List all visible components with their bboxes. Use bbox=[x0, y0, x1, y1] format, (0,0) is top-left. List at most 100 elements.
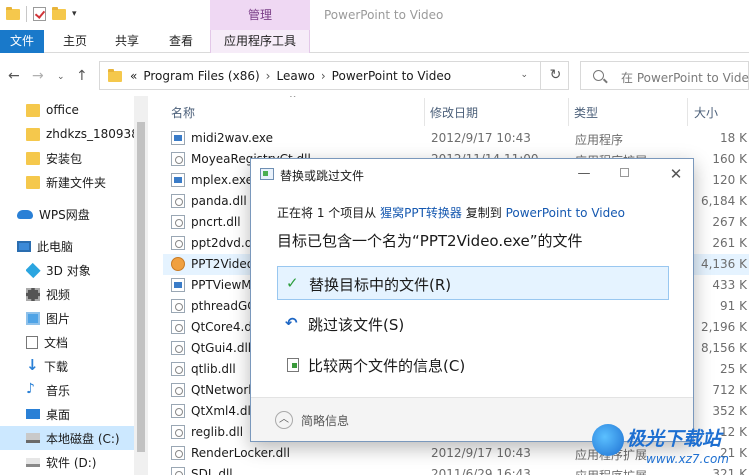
drive-icon bbox=[26, 457, 40, 467]
copy-dialog-icon bbox=[260, 168, 274, 180]
navigation-pane: office zhdkzs_180938 安装包 新建文件夹 WPS网盘 此电脑… bbox=[0, 96, 148, 475]
column-divider[interactable] bbox=[687, 98, 688, 126]
exe-file-icon bbox=[171, 278, 185, 292]
file-size: 2,196 K bbox=[700, 320, 747, 334]
breadcrumb-item[interactable]: PowerPoint to Video bbox=[332, 69, 451, 83]
breadcrumb-item[interactable]: Leawo bbox=[276, 69, 314, 83]
dll-file-icon bbox=[171, 425, 185, 439]
dll-file-icon bbox=[171, 152, 185, 166]
recent-locations-chevron-icon[interactable]: ⌄ bbox=[57, 72, 65, 82]
file-size: 261 K bbox=[712, 236, 747, 250]
breadcrumb-item[interactable]: Program Files (x86) bbox=[143, 69, 259, 83]
manage-context-tab[interactable]: 管理 bbox=[210, 0, 310, 30]
column-header-size[interactable]: 大小 bbox=[694, 104, 718, 121]
column-divider[interactable] bbox=[424, 98, 425, 126]
dialog-title: 替换或跳过文件 bbox=[280, 169, 365, 183]
sidebar-scrollbar[interactable] bbox=[134, 96, 148, 475]
dll-file-icon bbox=[171, 236, 185, 250]
folder-icon[interactable] bbox=[6, 6, 20, 20]
properties-icon[interactable] bbox=[33, 7, 46, 21]
destination-folder-link[interactable]: PowerPoint to Video bbox=[506, 206, 625, 220]
sidebar-item-label: 下载 bbox=[44, 359, 69, 374]
fewer-details-link[interactable]: 简略信息 bbox=[301, 412, 349, 429]
sidebar-item-label: 本地磁盘 (C:) bbox=[46, 431, 120, 446]
scrollbar-thumb[interactable] bbox=[137, 122, 145, 452]
forward-arrow-icon[interactable]: → bbox=[32, 68, 44, 84]
sidebar-item-zhdkzs[interactable]: zhdkzs_180938 bbox=[26, 122, 134, 146]
sort-ascending-icon: ^ bbox=[289, 96, 297, 104]
video-icon bbox=[26, 287, 40, 301]
sidebar-item-wps-cloud[interactable]: WPS网盘 bbox=[17, 202, 150, 226]
close-icon[interactable]: ✕ bbox=[661, 164, 691, 184]
maximize-button[interactable] bbox=[609, 164, 639, 184]
file-name: reglib.dll bbox=[191, 425, 244, 439]
toolbar-divider bbox=[26, 6, 27, 22]
new-folder-icon[interactable] bbox=[52, 6, 66, 20]
file-name: qtlib.dll bbox=[191, 362, 236, 376]
search-input[interactable]: 在 PowerPoint to Video bbox=[580, 61, 749, 90]
address-dropdown-icon[interactable]: ⌄ bbox=[520, 70, 528, 80]
tab-share[interactable]: 共享 bbox=[106, 30, 148, 53]
tab-application-tools[interactable]: 应用程序工具 bbox=[210, 30, 310, 53]
sidebar-item-label: 文档 bbox=[44, 335, 69, 350]
dialog-title-bar: 替换或跳过文件 — ✕ bbox=[251, 159, 693, 189]
column-header-type[interactable]: 类型 bbox=[574, 104, 598, 121]
skip-file-option[interactable]: ↶ 跳过该文件(S) bbox=[277, 307, 669, 341]
back-arrow-icon[interactable]: ← bbox=[8, 68, 20, 84]
search-placeholder: 在 PowerPoint to Video bbox=[621, 71, 749, 85]
file-size: 267 K bbox=[712, 215, 747, 229]
chevron-up-icon[interactable]: ︿ bbox=[275, 411, 293, 429]
breadcrumb-overflow[interactable]: « bbox=[130, 69, 137, 83]
up-arrow-icon[interactable]: ↑ bbox=[76, 68, 88, 84]
dll-file-icon bbox=[171, 404, 185, 418]
column-header-date[interactable]: 修改日期 bbox=[430, 104, 478, 121]
compare-files-option[interactable]: 比较两个文件的信息(C) bbox=[277, 348, 669, 382]
file-name: PPT2Video bbox=[191, 257, 255, 271]
file-row[interactable]: midi2wav.exe 2012/9/17 10:43 应用程序 18 K bbox=[163, 128, 749, 149]
file-size: 91 K bbox=[720, 299, 747, 313]
file-name: SDL.dll bbox=[191, 467, 233, 475]
tab-home[interactable]: 主页 bbox=[54, 30, 96, 53]
download-icon bbox=[26, 356, 39, 374]
file-name: QtXml4.dll bbox=[191, 404, 255, 418]
file-size: 712 K bbox=[712, 383, 747, 397]
refresh-icon[interactable]: ↻ bbox=[540, 62, 570, 89]
sidebar-item-label: 此电脑 bbox=[37, 239, 74, 254]
dll-file-icon bbox=[171, 383, 185, 397]
option-label: 替换目标中的文件(R) bbox=[309, 276, 452, 294]
desktop-icon bbox=[26, 409, 40, 419]
folder-icon bbox=[108, 69, 122, 82]
ppt2video-app-icon bbox=[171, 257, 185, 271]
breadcrumb: « Program Files (x86) › Leawo › PowerPoi… bbox=[130, 69, 451, 83]
sidebar-item-local-disk-c[interactable]: 本地磁盘 (C:) bbox=[0, 426, 134, 450]
title-bar: ▾ 管理 PowerPoint to Video bbox=[0, 0, 749, 30]
sidebar-item-label: 软件 (D:) bbox=[46, 455, 97, 470]
sidebar-item-this-pc[interactable]: 此电脑 bbox=[17, 234, 150, 258]
column-divider[interactable] bbox=[568, 98, 569, 126]
conflict-heading: 目标已包含一个名为“PPT2Video.exe”的文件 bbox=[277, 232, 583, 250]
customize-toolbar-dropdown-icon[interactable]: ▾ bbox=[72, 9, 77, 19]
file-name: QtCore4.dll bbox=[191, 320, 259, 334]
tab-file[interactable]: 文件 bbox=[0, 30, 44, 53]
search-icon bbox=[593, 70, 604, 81]
file-size: 120 K bbox=[712, 173, 747, 187]
dll-file-icon bbox=[171, 320, 185, 334]
copy-status-mid: 复制到 bbox=[465, 206, 502, 220]
minimize-button[interactable]: — bbox=[569, 164, 599, 184]
computer-icon bbox=[17, 240, 31, 252]
breadcrumb-separator[interactable]: › bbox=[266, 69, 271, 83]
tab-view[interactable]: 查看 bbox=[160, 30, 202, 53]
sidebar-item-label: 音乐 bbox=[46, 383, 71, 398]
column-header-name[interactable]: 名称 bbox=[171, 104, 195, 121]
folder-icon bbox=[26, 151, 40, 165]
file-size: 18 K bbox=[720, 131, 747, 145]
3d-objects-icon bbox=[26, 262, 41, 278]
source-folder-link[interactable]: 猩窝PPT转换器 bbox=[380, 206, 462, 220]
file-size: 4,136 K bbox=[700, 257, 747, 271]
file-name: panda.dll bbox=[191, 194, 247, 208]
skip-arrow-icon: ↶ bbox=[285, 314, 298, 332]
address-bar[interactable]: « Program Files (x86) › Leawo › PowerPoi… bbox=[99, 61, 569, 90]
replace-file-option[interactable]: ✓ 替换目标中的文件(R) bbox=[277, 266, 669, 300]
watermark-title: 极光下载站 bbox=[626, 428, 722, 450]
breadcrumb-separator[interactable]: › bbox=[321, 69, 326, 83]
